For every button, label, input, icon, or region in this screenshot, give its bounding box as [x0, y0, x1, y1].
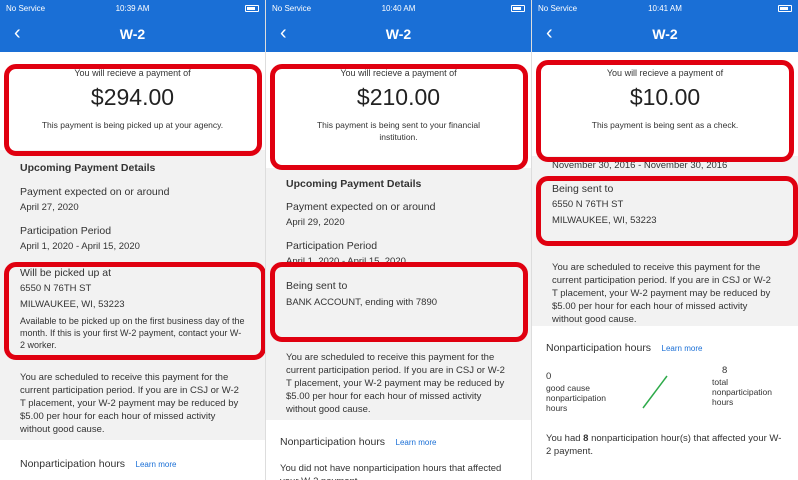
page-title: W-2	[385, 26, 412, 42]
nonparticipation-section: Nonparticipation hours Learn more 0 good…	[532, 326, 798, 480]
np-total-value: 8	[722, 365, 728, 376]
period-value: April 1, 2020 - April 15, 2020	[286, 256, 406, 264]
np-total: 8 total nonparticipation hours	[708, 364, 788, 407]
clock: 10:39 AM	[115, 3, 150, 13]
nonparticipation-section: Nonparticipation hours Learn more You di…	[266, 420, 531, 480]
expected-label: Payment expected on or around	[20, 186, 170, 198]
screen-3: No Service 10:41 AM ‹ W-2 You will recie…	[532, 0, 798, 480]
address-line-1: 6550 N 76TH ST	[552, 199, 624, 210]
learn-more-link[interactable]: Learn more	[662, 344, 703, 353]
payment-note: This payment is being sent to your finan…	[316, 120, 480, 142]
screen-1: No Service 10:39 AM ‹ W-2 You will recie…	[0, 0, 266, 480]
payment-details: November 30, 2016 - November 30, 2016 Be…	[532, 156, 798, 326]
carrier-label: No Service	[538, 3, 578, 13]
period-value: November 30, 2016 - November 30, 2016	[552, 160, 728, 171]
payment-summary: You will recieve a payment of $10.00 Thi…	[532, 52, 798, 156]
carrier-label: No Service	[6, 3, 46, 13]
upcoming-heading: Upcoming Payment Details	[286, 178, 422, 190]
payment-details: Upcoming Payment Details Payment expecte…	[266, 168, 531, 416]
period-value: April 1, 2020 - April 15, 2020	[20, 241, 140, 252]
status-bar: No Service 10:40 AM	[266, 0, 531, 16]
divider-slash-icon	[642, 375, 668, 409]
payment-label: You will recieve a payment of	[606, 68, 724, 78]
payment-label: You will recieve a payment of	[340, 68, 457, 78]
payment-note: This payment is being sent as a check.	[591, 120, 739, 130]
back-chevron-icon[interactable]: ‹	[546, 22, 566, 46]
sent-to-label: Being sent to	[552, 183, 614, 195]
payment-summary: You will recieve a payment of $210.00 Th…	[266, 52, 531, 168]
expected-date: April 29, 2020	[286, 217, 345, 228]
np-summary: You had 8 nonparticipation hour(s) that …	[546, 432, 784, 458]
pickup-location: Will be picked up at 6550 N 76TH ST MILW…	[20, 267, 245, 351]
schedule-note: You are scheduled to receive this paymen…	[286, 352, 505, 415]
page-title: W-2	[119, 26, 146, 42]
check-destination: Being sent to 6550 N 76TH ST MILWAUKEE, …	[552, 183, 778, 227]
schedule-note: You are scheduled to receive this paymen…	[552, 262, 771, 325]
schedule-note: You are scheduled to receive this paymen…	[20, 372, 239, 435]
np-title: Nonparticipation hours	[546, 342, 652, 354]
np-summary-pre: You had	[546, 433, 584, 444]
battery-icon	[722, 4, 792, 13]
payment-amount: $10.00	[629, 84, 701, 110]
period-label: Participation Period	[286, 240, 378, 252]
pickup-label: Will be picked up at	[20, 267, 112, 279]
expected-date: April 27, 2020	[20, 202, 79, 213]
learn-more-link[interactable]: Learn more	[136, 460, 177, 469]
np-title: Nonparticipation hours	[280, 436, 386, 448]
address-line-2: MILWAUKEE, WI, 53223	[20, 299, 125, 310]
bank-destination: Being sent to BANK ACCOUNT, ending with …	[286, 280, 511, 309]
np-title: Nonparticipation hours	[20, 458, 126, 470]
carrier-label: No Service	[272, 3, 312, 13]
address-line-2: MILWAUKEE, WI, 53223	[552, 215, 657, 226]
np-hours-graphic: 0 good cause nonparticipation hours 8 to…	[546, 365, 784, 432]
nav-bar: ‹ W-2	[532, 16, 798, 52]
battery-icon	[189, 4, 259, 13]
bank-account: BANK ACCOUNT, ending with 7890	[286, 297, 438, 308]
period-label: Participation Period	[20, 225, 112, 237]
expected-label: Payment expected on or around	[286, 201, 436, 213]
payment-label: You will recieve a payment of	[74, 68, 191, 78]
clock: 10:40 AM	[381, 3, 416, 13]
payment-note: This payment is being picked up at your …	[41, 120, 224, 130]
battery-icon	[455, 4, 525, 13]
np-text: You did not have nonparticipation hours …	[280, 463, 502, 480]
pickup-note: Available to be picked up on the first b…	[20, 316, 245, 350]
upcoming-heading: Upcoming Payment Details	[20, 162, 156, 174]
nonparticipation-section: Nonparticipation hours Learn more	[0, 440, 265, 480]
payment-amount: $210.00	[356, 84, 441, 110]
np-total-label: total nonparticipation hours	[712, 377, 773, 407]
status-bar: No Service 10:41 AM	[532, 0, 798, 16]
nav-bar: ‹ W-2	[0, 16, 265, 52]
screen-2: No Service 10:40 AM ‹ W-2 You will recie…	[266, 0, 532, 480]
learn-more-link[interactable]: Learn more	[396, 438, 437, 447]
np-good-cause-label: good cause nonparticipation hours	[546, 383, 607, 413]
np-good-cause: 0 good cause nonparticipation hours	[546, 370, 626, 413]
payment-amount: $294.00	[90, 84, 175, 110]
back-chevron-icon[interactable]: ‹	[280, 22, 300, 46]
clock: 10:41 AM	[648, 3, 682, 13]
page-title: W-2	[652, 26, 678, 42]
back-chevron-icon[interactable]: ‹	[14, 22, 34, 46]
sent-to-label: Being sent to	[286, 280, 348, 292]
status-bar: No Service 10:39 AM	[0, 0, 265, 16]
nav-bar: ‹ W-2	[266, 16, 531, 52]
address-line-1: 6550 N 76TH ST	[20, 283, 92, 294]
payment-summary: You will recieve a payment of $294.00 Th…	[0, 52, 265, 150]
payment-details: Upcoming Payment Details Payment expecte…	[0, 150, 265, 436]
np-good-cause-value: 0	[546, 371, 552, 382]
